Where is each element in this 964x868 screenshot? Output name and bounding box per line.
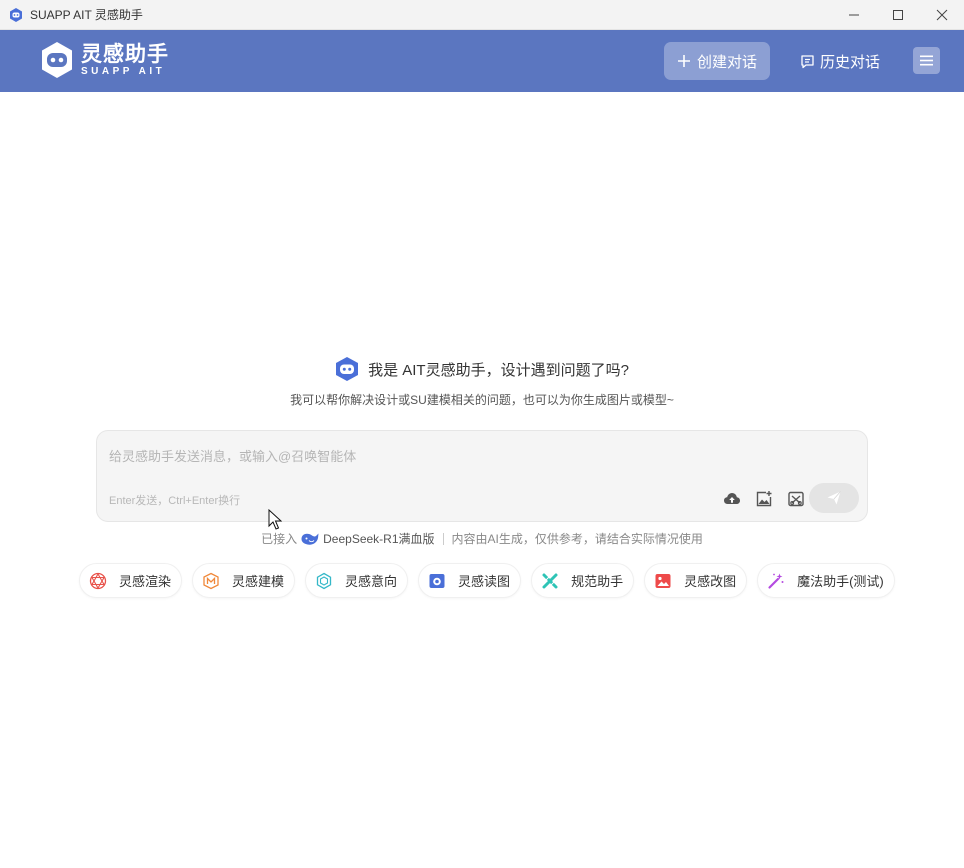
logo-text-en: SUAPP AIT [81, 65, 166, 77]
maximize-icon [893, 10, 903, 20]
assistant-bot-icon [336, 357, 359, 381]
history-button[interactable]: 历史对话 [800, 42, 880, 80]
chip-read-image[interactable]: 灵感读图 [418, 563, 522, 598]
close-icon [936, 9, 948, 21]
model-name: DeepSeek-R1满血版 [323, 532, 435, 546]
input-hint: Enter发送，Ctrl+Enter换行 [109, 495, 241, 507]
ai-disclaimer: 内容由AI生成，仅供参考，请结合实际情况使用 [451, 532, 703, 546]
new-chat-button[interactable]: 创建对话 [664, 42, 770, 80]
add-image-icon [756, 491, 772, 507]
logo-robot-icon [42, 42, 72, 78]
minimize-button[interactable] [832, 0, 876, 30]
chip-label: 规范助手 [571, 574, 624, 589]
modeling-icon [203, 572, 219, 589]
minimize-icon [849, 14, 859, 16]
send-icon [827, 491, 841, 505]
chat-history-icon [801, 54, 814, 68]
maximize-button[interactable] [876, 0, 920, 30]
add-image-button[interactable] [753, 488, 775, 510]
intent-icon [316, 572, 332, 589]
app-logo: 灵感助手 SUAPP AIT [40, 41, 169, 79]
cloud-upload-icon [724, 493, 740, 504]
standard-icon [542, 573, 558, 588]
menu-button[interactable] [913, 47, 940, 74]
divider [442, 532, 444, 545]
logo-text-cn: 灵感助手 [81, 42, 169, 66]
message-input[interactable]: 给灵感助手发送消息，或输入@召唤智能体 Enter发送，Ctrl+Enter换行 [96, 430, 868, 522]
chip-standard[interactable]: 规范助手 [531, 563, 635, 598]
chip-modeling[interactable]: 灵感建模 [192, 563, 296, 598]
powered-prefix: 已接入 [261, 532, 298, 546]
app-icon [10, 7, 22, 22]
history-label: 历史对话 [820, 53, 881, 71]
powered-by-line: 已接入 DeepSeek-R1满血版 内容由AI生成，仅供参考，请结合实际情况使… [0, 530, 964, 547]
welcome-subtitle: 我可以帮你解决设计或SU建模相关的问题，也可以为你生成图片或模型~ [290, 393, 674, 407]
chip-label: 灵感建模 [232, 574, 285, 589]
message-input-placeholder: 给灵感助手发送消息，或输入@召唤智能体 [109, 449, 357, 464]
screenshot-button[interactable] [785, 488, 807, 510]
mouse-cursor-icon [268, 509, 282, 530]
screenshot-icon [788, 491, 804, 507]
welcome-greeting: 我是 AIT灵感助手，设计遇到问题了吗? [368, 361, 629, 379]
hamburger-icon [920, 55, 933, 66]
close-button[interactable] [920, 0, 964, 30]
chip-intent[interactable]: 灵感意向 [305, 563, 409, 598]
plus-icon [677, 55, 690, 67]
chip-label: 灵感读图 [458, 574, 511, 589]
welcome-heading: 我是 AIT灵感助手，设计遇到问题了吗? [0, 356, 964, 382]
feature-chips: 灵感渲染 灵感建模 灵感意向 灵感读图 规范助手 灵感改图 魔法助手(测试) [79, 563, 905, 598]
read-image-icon [429, 573, 445, 588]
window-title: SUAPP AIT 灵感助手 [30, 8, 143, 22]
magic-wand-icon [768, 573, 784, 589]
render-icon [89, 572, 107, 589]
chip-edit-image[interactable]: 灵感改图 [644, 563, 748, 598]
app-header: 灵感助手 SUAPP AIT 创建对话 历史对话 [0, 30, 964, 92]
chip-label: 灵感渲染 [119, 574, 172, 589]
window-titlebar: SUAPP AIT 灵感助手 [0, 0, 964, 30]
upload-button[interactable] [721, 488, 743, 510]
edit-image-icon [655, 573, 671, 588]
chip-magic[interactable]: 魔法助手(测试) [757, 563, 895, 598]
new-chat-label: 创建对话 [696, 53, 757, 71]
chip-render[interactable]: 灵感渲染 [79, 563, 183, 598]
send-button[interactable] [809, 483, 859, 513]
chip-label: 魔法助手(测试) [797, 574, 884, 589]
deepseek-whale-icon [301, 533, 319, 545]
chip-label: 灵感改图 [684, 574, 737, 589]
chip-label: 灵感意向 [345, 574, 398, 589]
